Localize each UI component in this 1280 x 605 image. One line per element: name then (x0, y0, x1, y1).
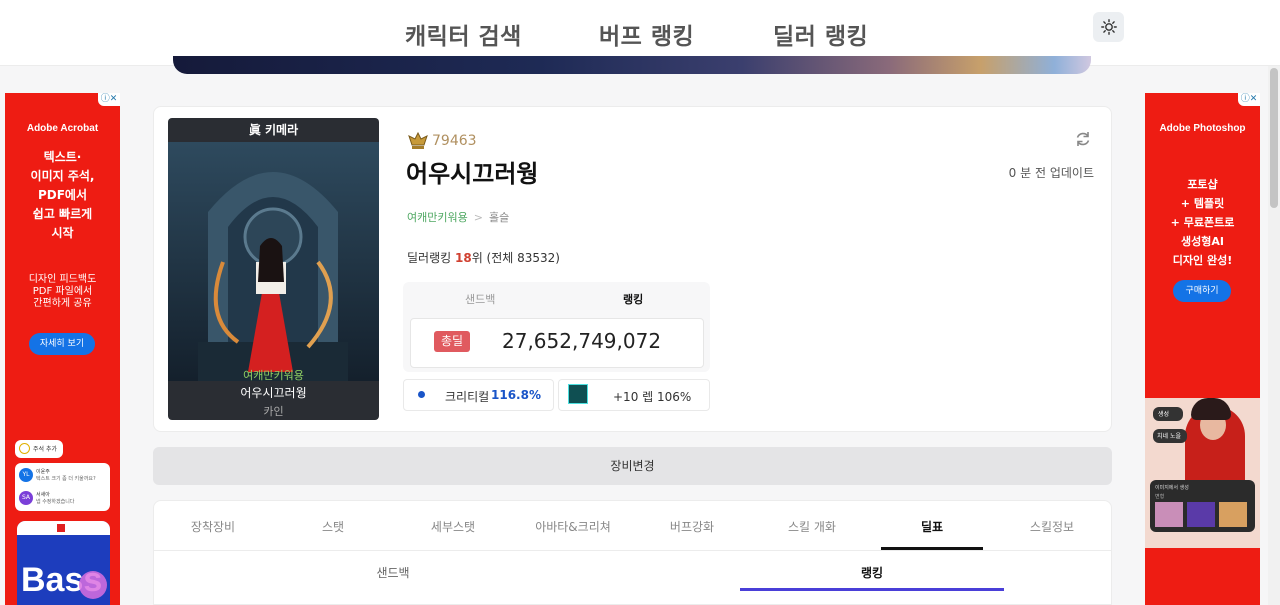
skill-level-text: +10 렙 106% (613, 390, 692, 404)
tab-ranking[interactable]: 랭킹 (623, 291, 643, 307)
ad-chip: 생성 (1153, 407, 1183, 421)
ad-info-icon[interactable]: ⓘ✕ (98, 93, 120, 106)
tab-sandbag[interactable]: 샌드백 (465, 291, 495, 307)
nav-dealer-ranking[interactable]: 딜러 랭킹 (773, 17, 868, 51)
ad-headline: 텍스트· 이미지 주석, PDF에서 쉽고 빠르게 시작 (30, 150, 95, 240)
dealer-rank: 딜러랭킹 18위 (전체 83532) (407, 251, 560, 265)
ad-generate-panel: 이미지에서 생성 변형 (1150, 480, 1255, 532)
avatar: SA (19, 491, 33, 505)
crit-label: 크리티컬 (445, 390, 490, 404)
subtab-ranking[interactable]: 랭킹 (812, 564, 932, 581)
subtab-sandbag[interactable]: 샌드백 (333, 564, 453, 581)
ad-chip: 주석 추가 (15, 440, 63, 458)
acrobat-logo-icon (57, 524, 65, 532)
ad-comment-card: YL 이윤주 텍스트 크기 좀 더 키울까요? SA 서새아 넵 수정하겠습니다 (15, 463, 110, 511)
guild-breadcrumb: 여캐만키워용 > 홀슬 (407, 209, 509, 225)
gradient-banner (173, 56, 1091, 74)
character-name-heading: 어우시끄러웡 (406, 160, 539, 188)
tab-equipment[interactable]: 장착장비 (163, 518, 263, 535)
updated-time: 0 분 전 업데이트 (1008, 166, 1094, 180)
ad-brand: Adobe Photoshop (1159, 123, 1246, 134)
tab-skill-info[interactable]: 스킬정보 (1002, 518, 1102, 535)
total-damage-badge: 총딜 (434, 331, 470, 352)
character-class: 카인 (263, 405, 284, 418)
rank-number: 18 (454, 251, 472, 265)
ad-info-icon[interactable]: ⓘ✕ (1238, 93, 1260, 106)
chip-icon (19, 443, 30, 454)
tab-buff-enhance[interactable]: 버프강화 (642, 518, 742, 535)
theme-toggle-button[interactable] (1093, 12, 1124, 42)
fame-icon (408, 131, 428, 149)
tab-damage-table[interactable]: 딜표 (882, 518, 982, 535)
avatar: YL (19, 468, 33, 482)
tab-detail-stats[interactable]: 세부스탯 (403, 518, 503, 535)
tab-stats[interactable]: 스탯 (283, 518, 383, 535)
refresh-icon[interactable] (1073, 129, 1093, 149)
nav-buffer-ranking[interactable]: 버프 랭킹 (599, 17, 694, 51)
ad-brand: Adobe Acrobat (26, 123, 99, 134)
crit-value: 116.8% (491, 388, 541, 402)
nav-character-search[interactable]: 캐릭터 검색 (405, 17, 522, 51)
tab-skill-bloom[interactable]: 스킬 개화 (762, 518, 862, 535)
fame-value: 79463 (432, 133, 477, 149)
ad-cta-button[interactable]: 구매하기 (1173, 280, 1231, 302)
crit-dot-icon (418, 391, 425, 398)
character-art (168, 142, 379, 381)
character-guild: 여캐만키워용 (243, 369, 304, 382)
guild-link[interactable]: 여캐만키워용 (407, 211, 468, 224)
character-name: 어우시끄러웡 (240, 386, 307, 400)
sun-icon (1100, 19, 1117, 35)
active-subtab-indicator (740, 588, 1004, 591)
ad-poster: Bass (17, 521, 110, 605)
scrollbar-thumb[interactable] (1270, 68, 1278, 208)
breadcrumb-separator: > (473, 211, 483, 224)
character-portrait-card[interactable]: 眞 키메라 여캐만키워용 어우시끄러웡 카인 (168, 118, 379, 420)
ad-right-photoshop[interactable]: ⓘ✕ Adobe Photoshop 포토샵 + 템플릿 + 무료폰트로 생성형… (1145, 93, 1260, 605)
ad-left-acrobat[interactable]: ⓘ✕ Adobe Acrobat 텍스트· 이미지 주석, PDF에서 쉽고 빠… (5, 93, 120, 605)
total-damage-value: 27,652,749,072 (502, 329, 662, 353)
character-title: 眞 키메라 (248, 123, 299, 137)
equip-change-button[interactable]: 장비변경 (153, 447, 1112, 485)
ad-headline: 포토샵 + 템플릿 + 무료폰트로 생성형AI 디자인 완성! (1170, 178, 1235, 267)
class-label: 홀슬 (488, 211, 510, 224)
ad-cta-button[interactable]: 자세히 보기 (29, 333, 95, 355)
tabs-divider (153, 550, 1112, 551)
ad-subtext: 디자인 피드백도 PDF 파일에서 간편하게 공유 (28, 274, 97, 309)
tab-avatar-creature[interactable]: 아바타&크리쳐 (523, 518, 623, 535)
skill-icon (568, 384, 588, 404)
ad-chip: 치네 노을 (1153, 429, 1187, 443)
